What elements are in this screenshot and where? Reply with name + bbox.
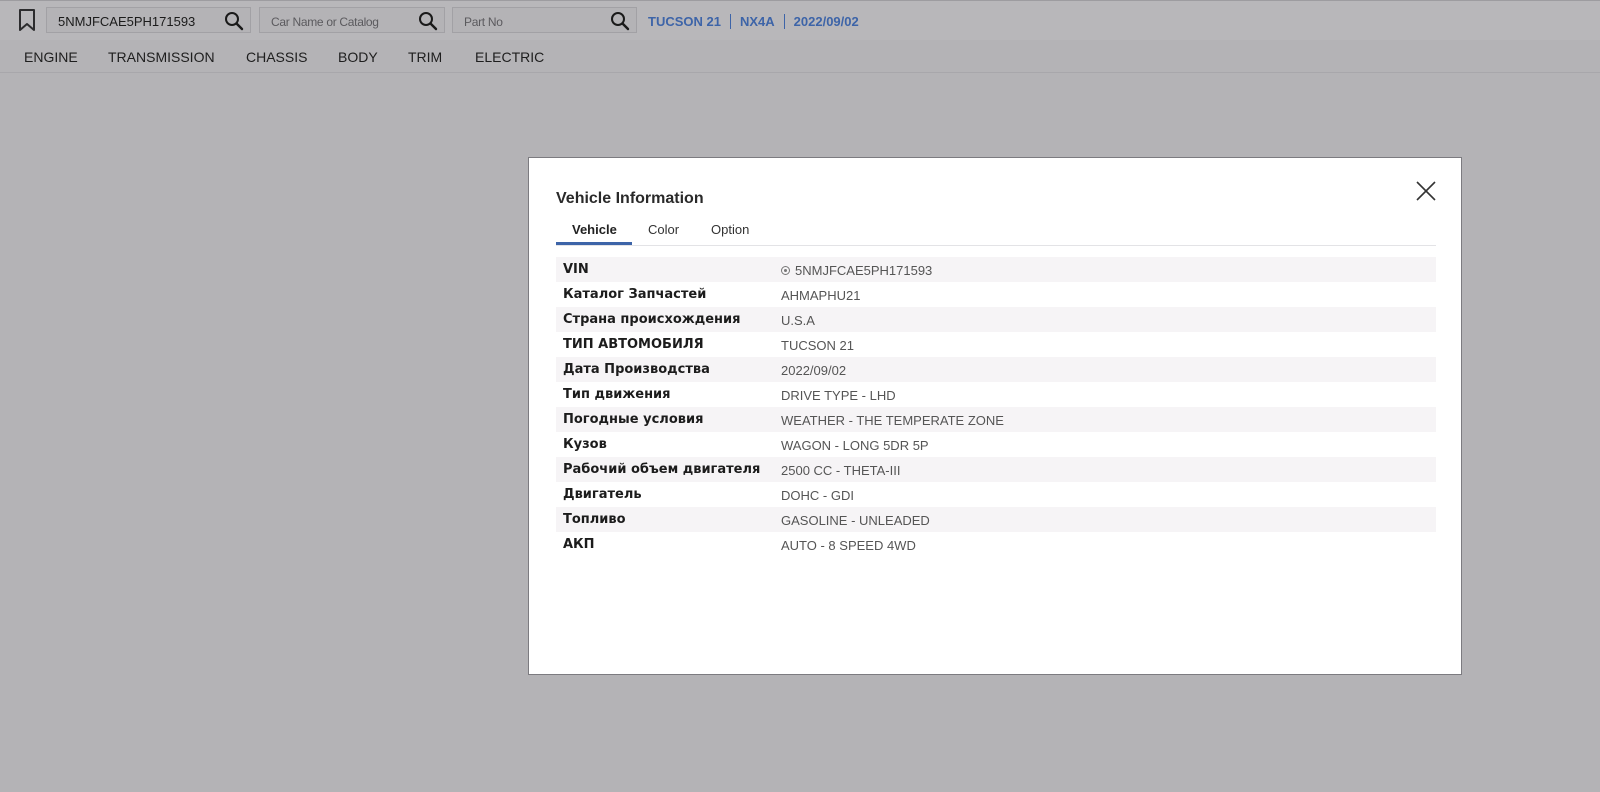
- row-label: Каталог Запчастей: [563, 287, 707, 302]
- row-label: Рабочий объем двигателя: [563, 462, 761, 477]
- menu-item-body[interactable]: BODY: [338, 49, 378, 65]
- table-row: Страна происхождения U.S.A: [556, 307, 1436, 332]
- row-value: 2022/09/02: [781, 363, 847, 378]
- table-row: Топливо GASOLINE - UNLEADED: [556, 507, 1436, 532]
- dialog-tabs: Vehicle Color Option: [556, 220, 1436, 246]
- category-menu: ENGINE TRANSMISSION CHASSIS BODY TRIM EL…: [0, 40, 1600, 73]
- tag-separator: [783, 14, 785, 29]
- tag-separator: [729, 14, 731, 29]
- row-label: VIN: [563, 262, 589, 277]
- vehicle-info-table: VIN 5NMJFCAE5PH171593 Каталог Запчастей …: [556, 257, 1436, 557]
- menu-item-chassis[interactable]: CHASSIS: [246, 49, 307, 65]
- vehicle-info-dialog: Vehicle Information Vehicle Color Option…: [528, 157, 1462, 675]
- row-label: Топливо: [563, 512, 626, 527]
- row-value: WEATHER - THE TEMPERATE ZONE: [781, 413, 1004, 428]
- part-search-box[interactable]: Part No: [452, 7, 637, 33]
- vehicle-date-tag[interactable]: 2022/09/02: [794, 14, 859, 29]
- row-value: TUCSON 21: [781, 338, 854, 353]
- table-row: Дата Производства 2022/09/02: [556, 357, 1436, 382]
- vehicle-tags: TUCSON 21 NX4A 2022/09/02: [648, 14, 859, 29]
- vehicle-model-tag[interactable]: TUCSON 21: [648, 14, 721, 29]
- row-label: Дата Производства: [563, 362, 710, 377]
- row-label: ТИП АВТОМОБИЛЯ: [563, 337, 704, 352]
- row-label: Погодные условия: [563, 412, 704, 427]
- vin-value: 5NMJFCAE5PH171593: [795, 263, 933, 278]
- table-row: ТИП АВТОМОБИЛЯ TUCSON 21: [556, 332, 1436, 357]
- row-value: DRIVE TYPE - LHD: [781, 388, 896, 403]
- table-row: VIN 5NMJFCAE5PH171593: [556, 257, 1436, 282]
- car-search-input[interactable]: Car Name or Catalog: [271, 15, 379, 29]
- table-row: Каталог Запчастей AHMAPHU21: [556, 282, 1436, 307]
- row-value: AUTO - 8 SPEED 4WD: [781, 538, 916, 553]
- car-search-box[interactable]: Car Name or Catalog: [259, 7, 445, 33]
- row-label: Двигатель: [563, 487, 642, 502]
- tab-vehicle[interactable]: Vehicle: [572, 222, 617, 237]
- row-label: АКП: [563, 537, 595, 552]
- menu-item-transmission[interactable]: TRANSMISSION: [108, 49, 215, 65]
- part-search-input[interactable]: Part No: [464, 15, 503, 29]
- row-label: Страна происхождения: [563, 312, 741, 327]
- menu-item-trim[interactable]: TRIM: [408, 49, 442, 65]
- table-row: Погодные условия WEATHER - THE TEMPERATE…: [556, 407, 1436, 432]
- row-value: AHMAPHU21: [781, 288, 861, 303]
- search-icon[interactable]: [610, 11, 630, 31]
- menu-item-engine[interactable]: ENGINE: [24, 49, 78, 65]
- table-row: АКП AUTO - 8 SPEED 4WD: [556, 532, 1436, 557]
- row-value: U.S.A: [781, 313, 815, 328]
- bookmark-icon[interactable]: [17, 9, 37, 31]
- table-row: Кузов WAGON - LONG 5DR 5P: [556, 432, 1436, 457]
- row-label: Тип движения: [563, 387, 671, 402]
- table-row: Рабочий объем двигателя 2500 CC - THETA-…: [556, 457, 1436, 482]
- vin-search-input[interactable]: 5NMJFCAE5PH171593: [58, 14, 195, 29]
- row-value: 2500 CC - THETA-III: [781, 463, 901, 478]
- row-value: GASOLINE - UNLEADED: [781, 513, 930, 528]
- row-label: Кузов: [563, 437, 607, 452]
- tab-option[interactable]: Option: [711, 222, 749, 237]
- search-icon[interactable]: [418, 11, 438, 31]
- active-tab-indicator: [556, 242, 632, 245]
- vehicle-code-tag[interactable]: NX4A: [740, 14, 775, 29]
- top-toolbar: 5NMJFCAE5PH171593 Car Name or Catalog Pa…: [0, 0, 1600, 40]
- row-value: 5NMJFCAE5PH171593: [781, 263, 932, 278]
- table-row: Двигатель DOHC - GDI: [556, 482, 1436, 507]
- close-icon[interactable]: [1415, 180, 1437, 202]
- top-divider: [0, 0, 1600, 1]
- search-icon[interactable]: [224, 11, 244, 31]
- vin-search-box[interactable]: 5NMJFCAE5PH171593: [46, 7, 251, 33]
- row-value: DOHC - GDI: [781, 488, 854, 503]
- vin-circle-icon: [781, 266, 790, 275]
- table-row: Тип движения DRIVE TYPE - LHD: [556, 382, 1436, 407]
- row-value: WAGON - LONG 5DR 5P: [781, 438, 929, 453]
- menu-item-electric[interactable]: ELECTRIC: [475, 49, 544, 65]
- dialog-title: Vehicle Information: [556, 190, 704, 207]
- tab-color[interactable]: Color: [648, 222, 679, 237]
